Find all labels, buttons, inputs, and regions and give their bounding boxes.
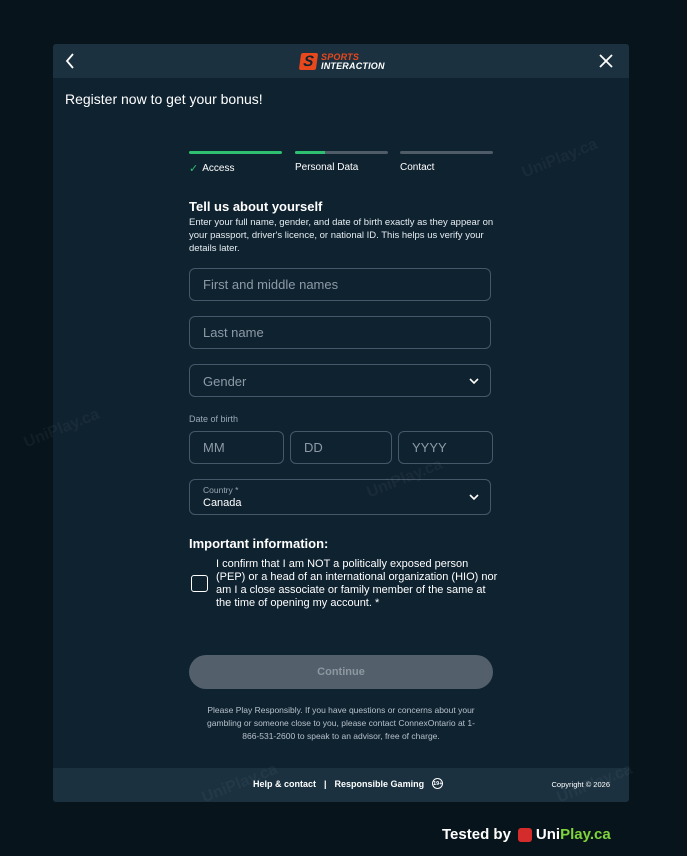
chevron-down-icon	[469, 494, 479, 501]
back-button[interactable]	[63, 52, 79, 70]
continue-button[interactable]: Continue	[189, 655, 493, 689]
step-progress-bar	[189, 151, 282, 154]
uniplay-brand-uni: Uni	[535, 826, 561, 843]
dob-day-input[interactable]	[291, 432, 391, 463]
modal-header: S SPORTS INTERACTION	[53, 44, 629, 78]
footer-links: Help & contact | Responsible Gaming 19+	[253, 778, 444, 789]
last-name-field	[189, 316, 491, 349]
logo-mark: S	[298, 53, 319, 70]
footer-separator: |	[324, 778, 327, 789]
chevron-down-icon	[469, 378, 479, 385]
important-title: Important information:	[189, 536, 329, 551]
section-title: Tell us about yourself	[189, 199, 323, 214]
first-name-field	[189, 268, 491, 301]
first-name-input[interactable]	[190, 269, 490, 300]
responsible-play-disclaimer: Please Play Responsibly. If you have que…	[207, 705, 475, 741]
step-progress-bar	[295, 151, 388, 154]
close-button[interactable]	[597, 52, 615, 70]
chevron-left-icon	[65, 53, 74, 69]
help-contact-link[interactable]: Help & contact	[253, 779, 316, 789]
modal-footer: Help & contact | Responsible Gaming 19+ …	[53, 768, 629, 802]
step-personal-data: Personal Data	[295, 151, 388, 173]
pep-confirm-text: I confirm that I am NOT a politically ex…	[216, 558, 498, 609]
step-contact: Contact	[400, 151, 493, 173]
dob-label: Date of birth	[189, 414, 239, 424]
dob-year-input[interactable]	[399, 432, 492, 463]
maple-leaf-icon	[517, 827, 532, 842]
gender-select[interactable]: Gender	[189, 364, 491, 397]
step-access: ✓ Access	[189, 151, 282, 175]
country-select[interactable]: Country * Canada	[189, 479, 491, 515]
logo-line2: INTERACTION	[321, 60, 385, 71]
section-description: Enter your full name, gender, and date o…	[189, 217, 494, 254]
registration-modal: S SPORTS INTERACTION Register now to get…	[53, 44, 629, 802]
last-name-input[interactable]	[190, 317, 490, 348]
step-label: Access	[202, 163, 235, 174]
dob-month-field	[189, 431, 284, 464]
close-icon	[599, 54, 613, 68]
uniplay-brand-play: Play.ca	[560, 826, 611, 843]
logo-text: SPORTS INTERACTION	[321, 52, 385, 71]
step-label: Personal Data	[295, 162, 359, 173]
step-progress-bar	[400, 151, 493, 154]
registration-stepper: ✓ Access Personal Data Contact	[189, 151, 493, 181]
tested-by-prefix: Tested by	[442, 826, 511, 843]
copyright-text: Copyright © 2026	[551, 780, 610, 789]
step-label: Contact	[400, 162, 435, 173]
step-progress-fill	[295, 151, 325, 154]
pep-confirm-checkbox[interactable]	[191, 575, 208, 592]
step-progress-fill	[189, 151, 282, 154]
gender-placeholder: Gender	[203, 374, 247, 389]
tested-by-badge: Tested by Uni Play.ca	[442, 826, 611, 843]
dob-month-input[interactable]	[190, 432, 283, 463]
bonus-heading: Register now to get your bonus!	[65, 91, 263, 107]
country-value: Canada	[203, 497, 242, 509]
country-label: Country *	[203, 485, 239, 495]
dob-day-field	[290, 431, 392, 464]
checkmark-icon: ✓	[189, 163, 199, 175]
dob-year-field	[398, 431, 493, 464]
responsible-gaming-link[interactable]: Responsible Gaming	[335, 779, 425, 789]
sports-interaction-logo: S SPORTS INTERACTION	[298, 52, 385, 71]
age-19-icon: 19+	[432, 778, 444, 789]
